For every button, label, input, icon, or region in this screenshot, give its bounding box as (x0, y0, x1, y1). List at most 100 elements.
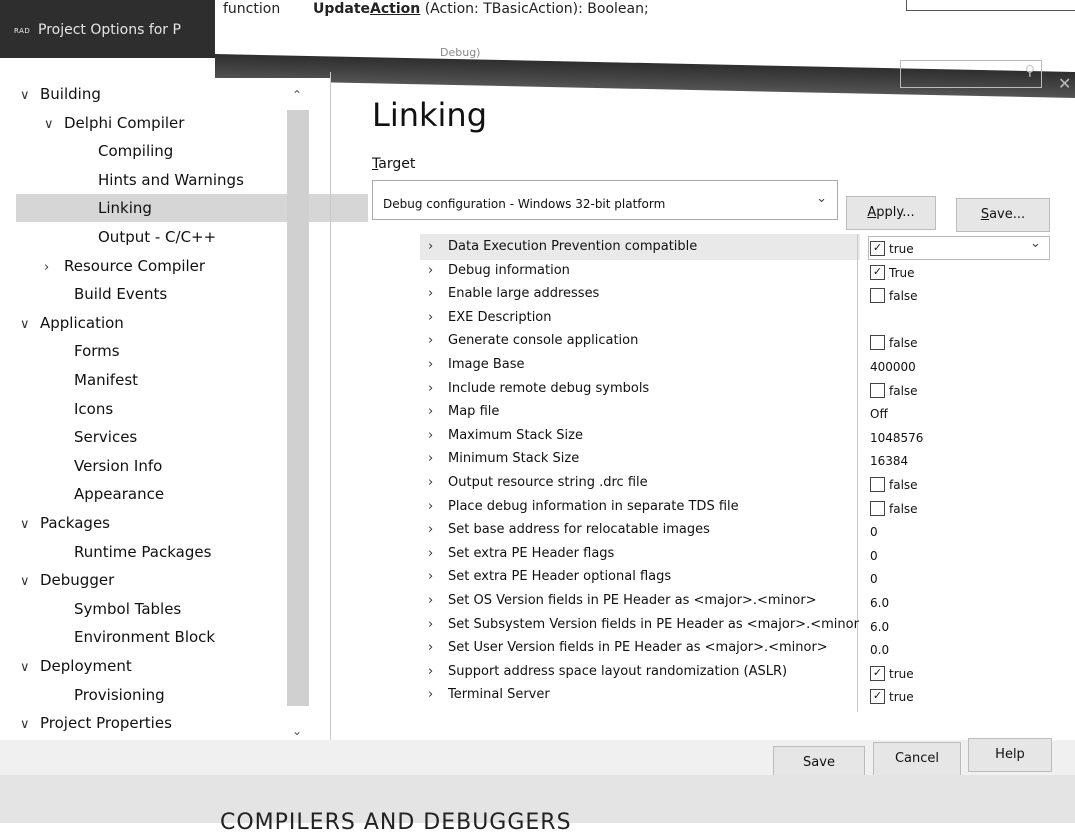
collapse-chevron-icon[interactable]: › (44, 254, 64, 282)
tree-item[interactable]: › Resource Compiler (44, 252, 205, 280)
property-row[interactable]: › Output resource string .drc file (428, 472, 648, 494)
property-row[interactable]: › Include remote debug symbols (428, 378, 649, 400)
property-row[interactable]: › Minimum Stack Size (428, 448, 579, 470)
property-value[interactable]: Off (870, 403, 888, 425)
scroll-thumb[interactable] (287, 110, 309, 706)
property-value[interactable]: ✓ true (870, 663, 914, 685)
property-value[interactable]: false (870, 474, 918, 496)
tree-item[interactable]: Output - C/C++ (98, 223, 216, 251)
expand-chevron-icon[interactable]: › (428, 283, 448, 305)
tree-item[interactable]: Manifest (74, 366, 138, 394)
checkbox-checked-icon[interactable]: ✓ (870, 689, 885, 705)
expand-chevron-icon[interactable]: ∨ (20, 82, 40, 110)
expand-chevron-icon[interactable]: › (428, 519, 448, 541)
property-row[interactable]: › Debug information (428, 260, 570, 282)
property-value[interactable]: 1048576 (870, 427, 923, 449)
property-row[interactable]: › Generate console application (428, 330, 638, 352)
tree-item[interactable]: Symbol Tables (74, 595, 181, 623)
property-row[interactable]: › Set User Version fields in PE Header as… (428, 637, 828, 659)
tree-item[interactable]: Version Info (74, 452, 162, 480)
tree-item[interactable]: ∨ Deployment (20, 652, 132, 680)
property-value[interactable]: ✓ true (870, 238, 914, 260)
tree-item[interactable]: ∨ Application (20, 309, 124, 337)
apply-button[interactable]: Apply... (846, 196, 936, 230)
expand-chevron-icon[interactable]: › (428, 543, 448, 565)
tree-item[interactable]: Services (74, 423, 137, 451)
target-select[interactable]: Debug configuration - Windows 32-bit pla… (372, 180, 838, 220)
expand-chevron-icon[interactable]: ∨ (44, 111, 64, 139)
property-value[interactable]: 0 (870, 521, 878, 543)
property-row[interactable]: › Set base address for relocatable images (428, 519, 710, 541)
property-value[interactable]: false (870, 380, 918, 402)
property-value[interactable]: 0 (870, 568, 878, 590)
scroll-up-icon[interactable]: ⌃ (292, 88, 302, 102)
property-row[interactable]: › Set extra PE Header optional flags (428, 566, 671, 588)
property-value[interactable]: 16384 (870, 450, 908, 472)
property-row[interactable]: › Image Base (428, 354, 525, 376)
property-value[interactable]: 400000 (870, 356, 916, 378)
checkbox-unchecked-icon[interactable] (870, 335, 885, 351)
tree-item[interactable]: Runtime Packages (74, 538, 211, 566)
expand-chevron-icon[interactable]: › (428, 307, 448, 329)
checkbox-checked-icon[interactable]: ✓ (870, 241, 885, 256)
tree-item[interactable]: Appearance (74, 480, 164, 508)
expand-chevron-icon[interactable]: › (428, 378, 448, 400)
expand-chevron-icon[interactable]: › (428, 260, 448, 282)
search-input[interactable]: ⚲ (900, 60, 1042, 88)
expand-chevron-icon[interactable]: ∨ (20, 311, 40, 339)
expand-chevron-icon[interactable]: › (428, 684, 448, 706)
checkbox-unchecked-icon[interactable] (870, 382, 885, 398)
expand-chevron-icon[interactable]: › (428, 354, 448, 376)
property-row[interactable]: › Enable large addresses (428, 283, 599, 305)
expand-chevron-icon[interactable]: ∨ (20, 654, 40, 682)
expand-chevron-icon[interactable]: › (428, 496, 448, 518)
property-row[interactable]: › Maximum Stack Size (428, 425, 583, 447)
expand-chevron-icon[interactable]: › (428, 637, 448, 659)
checkbox-unchecked-icon[interactable] (870, 288, 885, 304)
expand-chevron-icon[interactable]: › (428, 661, 448, 683)
expand-chevron-icon[interactable]: › (428, 472, 448, 494)
property-row[interactable]: › Data Execution Prevention compatible (428, 236, 697, 258)
expand-chevron-icon[interactable]: › (428, 330, 448, 352)
expand-chevron-icon[interactable]: › (428, 425, 448, 447)
property-value[interactable]: false (870, 285, 918, 307)
tree-item[interactable]: ∨ Building (20, 80, 101, 108)
property-row[interactable]: › EXE Description (428, 307, 552, 329)
tree-scrollbar[interactable]: ⌃ ⌄ (286, 84, 310, 740)
expand-chevron-icon[interactable]: ∨ (20, 511, 40, 539)
checkbox-unchecked-icon[interactable] (870, 500, 885, 516)
property-value[interactable]: 0.0 (870, 639, 889, 661)
expand-chevron-icon[interactable]: › (428, 614, 448, 636)
save-config-button[interactable]: Save... (956, 198, 1050, 232)
property-value[interactable]: 6.0 (870, 592, 889, 614)
help-button[interactable]: Help (968, 738, 1052, 772)
checkbox-unchecked-icon[interactable] (870, 477, 885, 492)
tree-item[interactable]: ∨ Debugger (20, 566, 114, 594)
cancel-button[interactable]: Cancel (873, 742, 961, 776)
property-row[interactable]: › Set extra PE Header flags (428, 543, 614, 565)
chevron-down-icon[interactable]: ⌄ (1030, 236, 1041, 251)
expand-chevron-icon[interactable]: › (428, 236, 448, 258)
tree-item[interactable]: Build Events (74, 280, 167, 308)
tree-item[interactable]: Forms (74, 337, 120, 365)
tree-item[interactable]: Environment Block (74, 623, 215, 651)
property-row[interactable]: › Map file (428, 401, 499, 423)
tree-item[interactable]: ∨ Project Properties (20, 709, 172, 737)
tree-item[interactable]: Icons (74, 395, 113, 423)
expand-chevron-icon[interactable]: › (428, 566, 448, 588)
property-row[interactable]: › Terminal Server (428, 684, 550, 706)
tree-item[interactable]: Hints and Warnings (98, 166, 244, 194)
tree-item[interactable]: Linking (16, 194, 368, 223)
property-row[interactable]: › Set Subsystem Version fields in PE Head… (428, 614, 859, 636)
property-row[interactable]: › Support address space layout randomizat… (428, 661, 787, 683)
expand-chevron-icon[interactable]: › (428, 590, 448, 612)
tree-item[interactable]: Compiling (98, 137, 173, 165)
property-value[interactable]: 6.0 (870, 616, 889, 638)
expand-chevron-icon[interactable]: › (428, 401, 448, 423)
property-value[interactable]: false (870, 498, 918, 520)
expand-chevron-icon[interactable]: › (428, 448, 448, 470)
property-row[interactable]: › Set OS Version fields in PE Header as <… (428, 590, 817, 612)
tree-item[interactable]: Provisioning (74, 681, 165, 709)
checkbox-checked-icon[interactable]: ✓ (870, 264, 885, 280)
property-value[interactable]: ✓ True (870, 262, 915, 284)
